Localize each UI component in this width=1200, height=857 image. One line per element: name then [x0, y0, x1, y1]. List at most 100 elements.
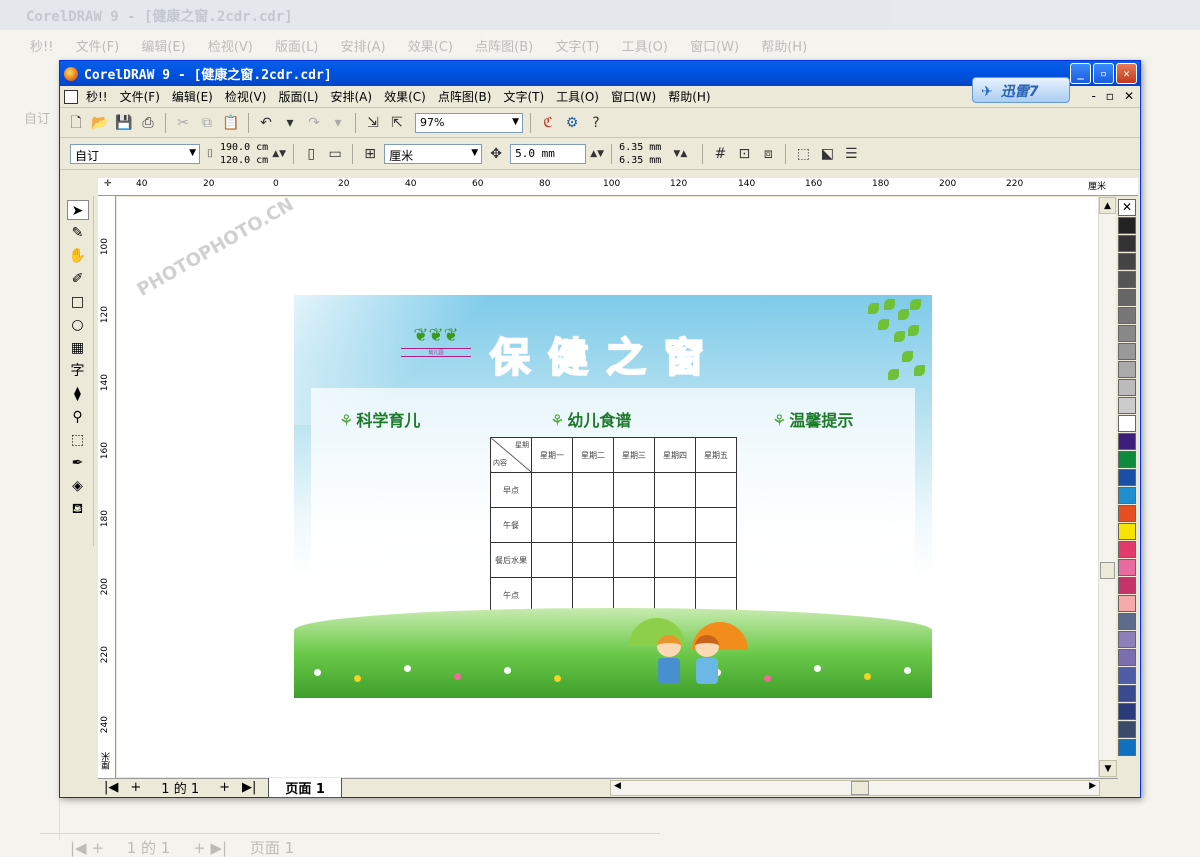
first-page-icon[interactable]: |◀ [98, 780, 124, 795]
menu-item-view[interactable]: 检视(V) [219, 88, 273, 105]
scroll-down-icon[interactable]: ▼ [1099, 760, 1117, 777]
last-page-icon[interactable]: ▶| [236, 780, 262, 795]
color-swatch[interactable] [1118, 361, 1136, 378]
drawing-canvas[interactable]: PHOTOPHOTO.CN PHOTOPHOTO.CN ❦❦❦ 幼儿园 保健之窗… [117, 197, 1098, 777]
treat-as-filled-icon[interactable]: ⬚ [793, 144, 813, 164]
cut-icon[interactable]: ✂ [173, 113, 193, 133]
vertical-scrollbar[interactable]: ▲ ▼ [1098, 197, 1117, 777]
horizontal-scrollbar[interactable]: ◀ ▶ [610, 780, 1100, 796]
landscape-icon[interactable]: ▭ [325, 144, 345, 164]
document-icon[interactable] [64, 89, 78, 104]
redo-dropdown-icon[interactable]: ▾ [328, 113, 348, 133]
color-swatch[interactable] [1118, 217, 1136, 234]
shape-tool-icon[interactable]: ✎ [67, 223, 89, 243]
menu-item-text[interactable]: 文字(T) [497, 88, 550, 105]
interactive-fill-tool-icon[interactable]: ⧫ [67, 384, 89, 404]
graph-paper-tool-icon[interactable]: ▦ [67, 338, 89, 358]
vertical-scroll-thumb[interactable] [1100, 562, 1115, 579]
duplicate-y-field[interactable]: 6.35 mm [619, 154, 661, 167]
color-swatch[interactable] [1118, 595, 1136, 612]
color-swatch[interactable] [1118, 451, 1136, 468]
add-page-before-icon[interactable]: + [124, 780, 147, 795]
ruler-corner-icon[interactable]: ✛ [104, 179, 112, 189]
color-swatch[interactable] [1118, 649, 1136, 666]
color-swatch[interactable] [1118, 271, 1136, 288]
color-swatch[interactable] [1118, 739, 1136, 756]
page-tab[interactable]: 页面 1 [268, 777, 342, 798]
color-swatch[interactable] [1118, 523, 1136, 540]
no-fill-swatch[interactable]: ✕ [1118, 199, 1136, 216]
undo-icon[interactable]: ↶ [256, 113, 276, 133]
close-button[interactable]: ✕ [1116, 63, 1137, 84]
health-window-artwork[interactable]: ❦❦❦ 幼儿园 保健之窗 ⚘科学育儿 ⚘幼儿食谱 ⚘温馨提示 星期 内容 [294, 295, 932, 698]
paper-type-select[interactable]: 自订 [70, 143, 200, 164]
page-height-field[interactable]: 120.0 cm [220, 154, 268, 167]
menu-item-arrange[interactable]: 安排(A) [325, 88, 379, 105]
menu-item-bitmaps[interactable]: 点阵图(B) [432, 88, 498, 105]
transparency-tool-icon[interactable]: ⬚ [67, 430, 89, 450]
duplicate-spinner-icon[interactable]: ▼▲ [665, 144, 695, 164]
export-icon[interactable]: ⇱ [387, 113, 407, 133]
horizontal-ruler[interactable]: ✛ 40 20 0 20 40 60 80 100 120 140 160 18… [98, 178, 1138, 196]
doc-close-button[interactable]: ✕ [1124, 89, 1134, 103]
color-swatch[interactable] [1118, 505, 1136, 522]
text-tool-icon[interactable]: 字 [67, 361, 89, 381]
add-page-after-icon[interactable]: + [213, 780, 236, 795]
snap-objects-icon[interactable]: ⧈ [758, 144, 778, 164]
color-swatch[interactable] [1118, 379, 1136, 396]
pan-tool-icon[interactable]: ✋ [67, 246, 89, 266]
color-swatch[interactable] [1118, 289, 1136, 306]
nudge-offset-field[interactable]: 5.0 mm [510, 143, 587, 164]
color-swatch[interactable] [1118, 559, 1136, 576]
menu-item-tools[interactable]: 工具(O) [550, 88, 605, 105]
units-select[interactable]: 厘米 [384, 143, 483, 164]
color-swatch[interactable] [1118, 235, 1136, 252]
color-swatch[interactable] [1118, 397, 1136, 414]
color-swatch[interactable] [1118, 667, 1136, 684]
zoom-select[interactable]: 97% [415, 112, 523, 133]
menu-item-edit[interactable]: 编辑(E) [166, 88, 219, 105]
whats-this-help-icon[interactable]: ? [586, 113, 606, 133]
page-width-field[interactable]: 190.0 cm [220, 141, 268, 154]
scroll-up-icon[interactable]: ▲ [1099, 197, 1116, 214]
color-swatch[interactable] [1118, 685, 1136, 702]
doc-restore-button[interactable]: ▫ [1106, 89, 1114, 103]
page-layout-icon[interactable]: ⊞ [360, 144, 380, 164]
spinner-icon[interactable]: ▲▼ [272, 144, 286, 164]
import-icon[interactable]: ⇲ [363, 113, 383, 133]
color-swatch[interactable] [1118, 721, 1136, 738]
portrait-icon[interactable]: ▯ [301, 144, 321, 164]
options-icon[interactable]: ☰ [841, 144, 861, 164]
color-swatch[interactable] [1118, 577, 1136, 594]
color-swatch[interactable] [1118, 415, 1136, 432]
draw-selected-icon[interactable]: ⬕ [817, 144, 837, 164]
nudge-spinner-icon[interactable]: ▲▼ [590, 144, 604, 164]
doc-minimize-button[interactable]: - [1091, 89, 1095, 103]
menu-item-window[interactable]: 窗口(W) [605, 88, 662, 105]
color-swatch[interactable] [1118, 469, 1136, 486]
color-swatch[interactable] [1118, 253, 1136, 270]
color-swatch[interactable] [1118, 487, 1136, 504]
horizontal-scroll-thumb[interactable] [851, 781, 869, 795]
print-icon[interactable]: ⎙ [138, 113, 158, 133]
color-swatch[interactable] [1118, 307, 1136, 324]
color-swatch[interactable] [1118, 433, 1136, 450]
color-swatch[interactable] [1118, 703, 1136, 720]
snap-grid-icon[interactable]: # [710, 144, 730, 164]
ellipse-tool-icon[interactable]: ○ [67, 315, 89, 335]
scroll-right-icon[interactable]: ▶ [1089, 781, 1096, 791]
menu-item-effects[interactable]: 效果(C) [378, 88, 432, 105]
eyedropper-tool-icon[interactable]: ⚲ [67, 407, 89, 427]
snap-guidelines-icon[interactable]: ⊡ [734, 144, 754, 164]
color-swatch[interactable] [1118, 541, 1136, 558]
save-icon[interactable]: 💾 [114, 113, 134, 133]
new-file-icon[interactable]: 🗋 [66, 113, 86, 133]
paint-bucket-tool-icon[interactable]: ⛾ [67, 499, 89, 519]
corel-tutor-icon[interactable]: ⚙ [562, 113, 582, 133]
color-swatch[interactable] [1118, 325, 1136, 342]
pick-tool-icon[interactable]: ➤ [66, 200, 89, 220]
undo-dropdown-icon[interactable]: ▾ [280, 113, 300, 133]
redo-icon[interactable]: ↷ [304, 113, 324, 133]
open-folder-icon[interactable]: 📂 [90, 113, 110, 133]
color-swatch[interactable] [1118, 613, 1136, 630]
